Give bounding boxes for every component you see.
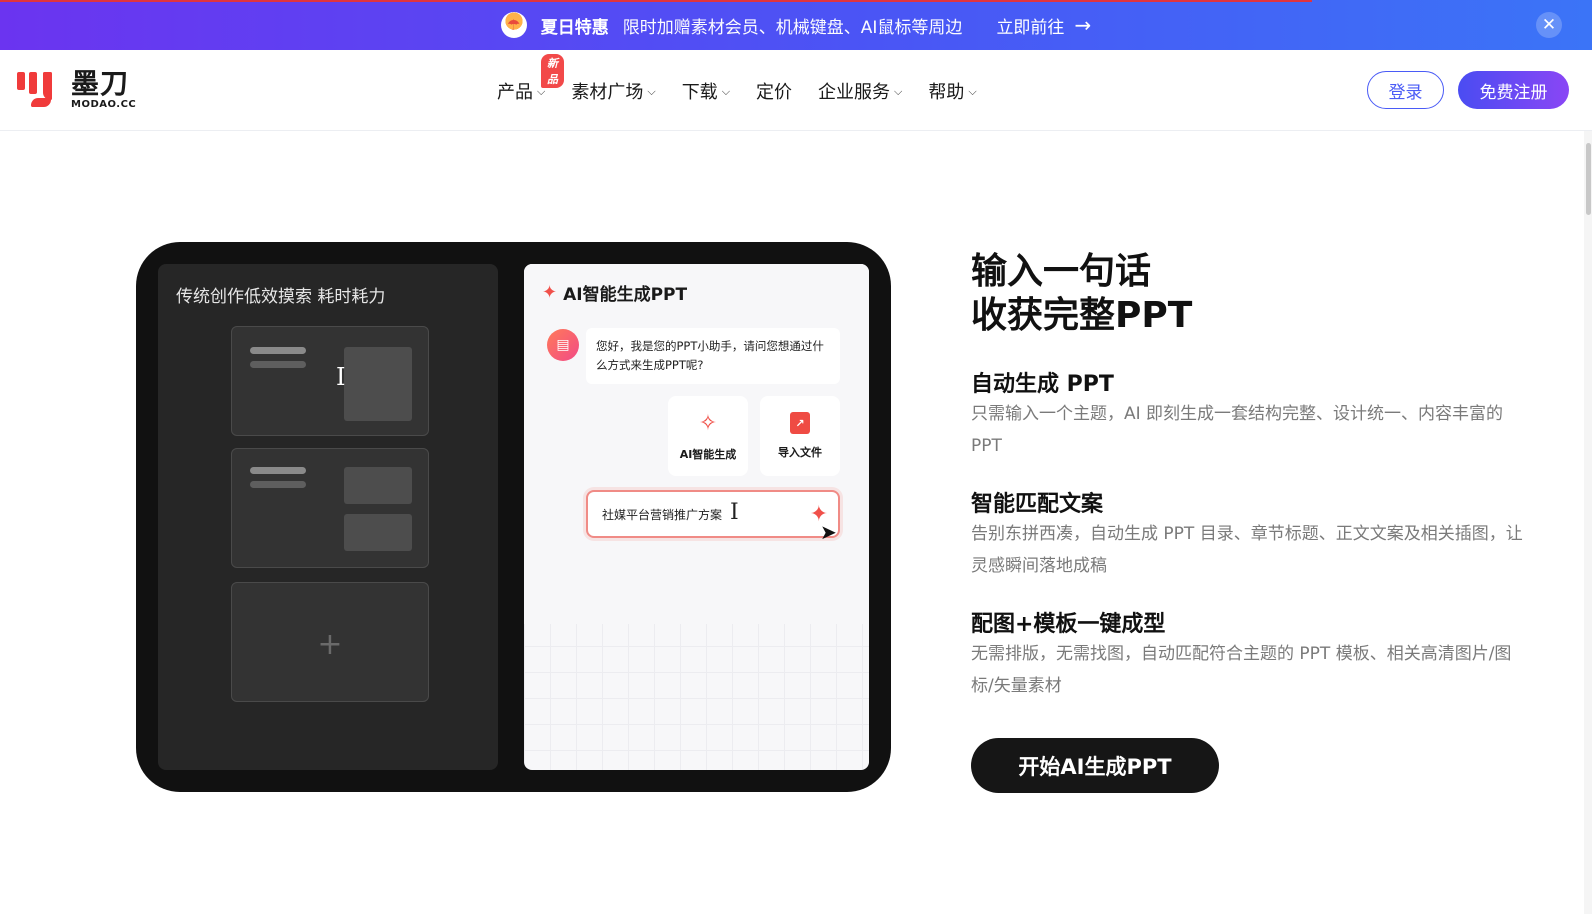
ai-panel: ✦ AI智能生成PPT ▤ 您好，我是您的PPT小助手，请问您想通过什么方式来生…: [524, 264, 869, 770]
nav-item-label: 帮助: [928, 81, 965, 103]
nav-item-assets[interactable]: 素材广场 ⌵: [571, 78, 655, 104]
magic-wand-icon: ✧: [698, 410, 718, 436]
close-icon[interactable]: ✕: [1536, 12, 1562, 38]
sparkle-icon: ✦: [542, 282, 558, 303]
ai-generate-option[interactable]: ✧ AI智能生成: [668, 396, 748, 476]
promo-description: 限时加赠素材会员、机械键盘、AI鼠标等周边: [622, 17, 963, 38]
feature-title: 智能匹配文案: [971, 492, 1104, 517]
nav-item-enterprise[interactable]: 企业服务 ⌵: [818, 78, 902, 104]
start-ai-generate-button[interactable]: 开始AI生成PPT: [971, 738, 1219, 793]
feature-description: 无需排版，无需找图，自动匹配符合主题的 PPT 模板、相关高清图片/图标/矢量素…: [971, 644, 1512, 696]
page-scrollbar[interactable]: [1584, 131, 1592, 914]
mouse-pointer-icon: ➤: [820, 520, 837, 544]
ai-panel-title: ✦ AI智能生成PPT: [542, 280, 687, 305]
promo-link[interactable]: 立即前往 →: [996, 13, 1091, 38]
slide-card: I: [231, 326, 429, 436]
logo-text: 墨刀: [71, 67, 130, 100]
nav-item-label: 素材广场: [571, 81, 644, 103]
top-nav: 墨刀 MODAO.CC 产品 ⌵ 新品 素材广场 ⌵ 下载 ⌵ 定价 企业服务 …: [0, 50, 1592, 131]
nav-item-label: 下载: [681, 81, 718, 103]
nav-item-help[interactable]: 帮助 ⌵: [928, 78, 976, 104]
feature-title: 配图+模板一键成型: [971, 612, 1166, 637]
logo-mark-icon: [17, 68, 65, 112]
chevron-down-icon: ⌵: [647, 84, 656, 98]
nav-item-label: 产品: [497, 81, 533, 103]
import-file-option[interactable]: ↗ 导入文件: [760, 396, 840, 476]
login-button[interactable]: 登录: [1367, 71, 1444, 109]
assistant-avatar-icon: ▤: [547, 329, 579, 361]
text-cursor-icon: I: [730, 500, 739, 525]
chevron-down-icon: ⌵: [721, 84, 731, 98]
nav-item-pricing[interactable]: 定价: [756, 78, 792, 104]
plus-icon: +: [317, 627, 343, 662]
traditional-panel-title: 传统创作低效摸索 耗时耗力: [176, 287, 386, 307]
promo-banner: ☂ 夏日特惠 限时加赠素材会员、机械键盘、AI鼠标等周边 立即前往 → ✕: [0, 0, 1592, 50]
ai-generate-label: AI智能生成: [679, 447, 737, 461]
logo[interactable]: 墨刀 MODAO.CC: [17, 68, 136, 112]
ai-panel-title-text: AI智能生成PPT: [563, 285, 688, 305]
beach-umbrella-icon: ☂: [500, 12, 527, 38]
promo-title: 夏日特惠: [540, 17, 609, 38]
hero-title-line2: 收获完整PPT: [971, 295, 1193, 336]
nav-item-label: 企业服务: [818, 81, 891, 103]
arrow-right-icon: →: [1074, 13, 1092, 37]
feature-description: 只需输入一个主题，AI 即刻生成一套结构完整、设计统一、内容丰富的 PPT: [971, 404, 1504, 456]
feature-title: 自动生成 PPT: [971, 372, 1114, 397]
topic-input[interactable]: 社媒平台营销推广方案 I ✦: [586, 490, 840, 538]
feature-description: 告别东拼西凑，自动生成 PPT 目录、章节标题、正文文案及相关插图，让灵感瞬间落…: [971, 524, 1523, 576]
ppt-mockup-device: 传统创作低效摸索 耗时耗力 I + ✦ AI智能生成PPT ▤ 您好，我是您的P…: [136, 242, 891, 792]
nav-item-download[interactable]: 下载 ⌵: [682, 78, 730, 104]
nav-item-label: 定价: [756, 81, 793, 103]
text-cursor-icon: I: [336, 363, 346, 391]
logo-domain: MODAO.CC: [71, 99, 137, 110]
slide-card: [231, 448, 429, 568]
promo-link-label: 立即前往: [996, 17, 1065, 38]
file-import-icon: ↗: [790, 412, 810, 434]
chevron-down-icon: ⌵: [894, 84, 903, 98]
nav-item-products[interactable]: 产品 ⌵ 新品: [497, 53, 564, 104]
topic-input-value: 社媒平台营销推广方案: [602, 507, 723, 522]
register-button[interactable]: 免费注册: [1458, 71, 1569, 109]
chevron-down-icon: ⌵: [968, 84, 977, 98]
banner-progress-bar: [0, 0, 1312, 2]
new-badge: 新品: [541, 53, 564, 88]
traditional-panel: 传统创作低效摸索 耗时耗力 I +: [158, 264, 498, 770]
add-slide-card: +: [231, 582, 429, 702]
hero-title: 输入一句话 收获完整PPT: [971, 250, 1192, 338]
scrollbar-thumb[interactable]: [1586, 143, 1591, 215]
import-file-label: 导入文件: [778, 446, 822, 459]
assistant-message: 您好，我是您的PPT小助手，请问您想通过什么方式来生成PPT呢?: [586, 328, 840, 384]
promo-content: ☂ 夏日特惠 限时加赠素材会员、机械键盘、AI鼠标等周边 立即前往 →: [500, 12, 1091, 38]
main-menu: 产品 ⌵ 新品 素材广场 ⌵ 下载 ⌵ 定价 企业服务 ⌵ 帮助 ⌵: [497, 50, 977, 131]
hero-title-line1: 输入一句话: [971, 251, 1152, 292]
